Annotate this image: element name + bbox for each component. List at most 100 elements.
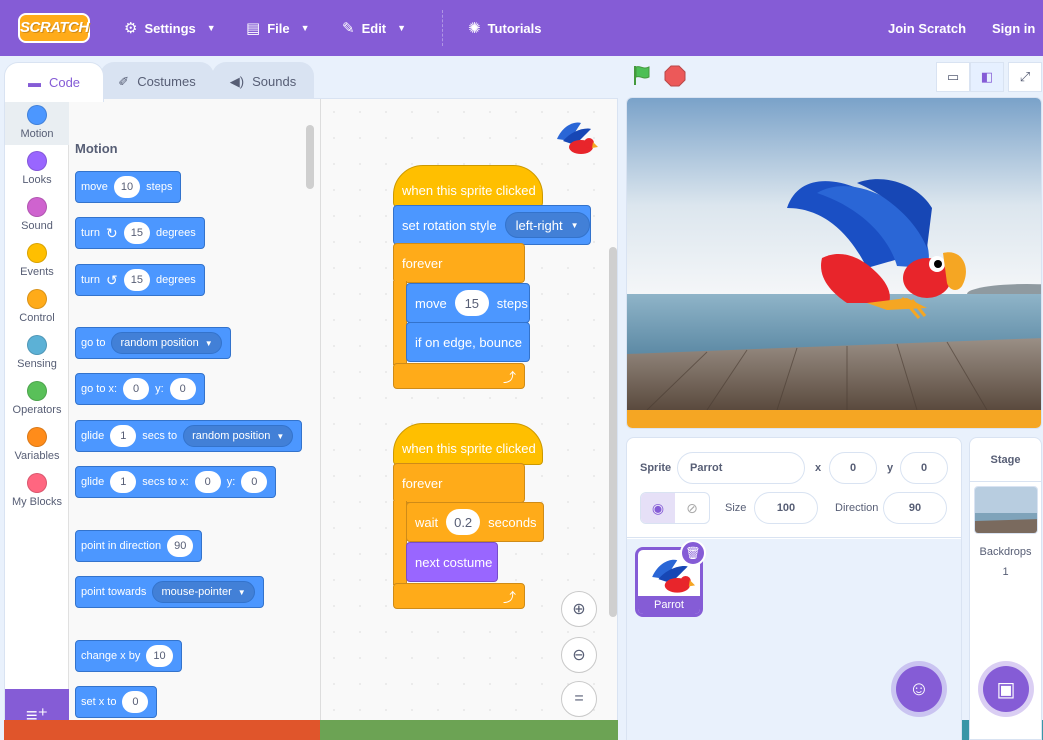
large-stage-button[interactable]: ◧ [970, 62, 1004, 92]
category-dot-icon [27, 197, 47, 217]
block-dropdown[interactable]: random position ▼ [111, 332, 222, 354]
block-set-rotation-style[interactable]: set rotation style left-right ▼ [393, 205, 591, 245]
large-stage-icon: ◧ [980, 69, 994, 84]
file-label: File [267, 20, 290, 36]
forever-bottom: ⤴ [393, 363, 525, 389]
category-sensing[interactable]: Sensing [5, 329, 69, 375]
join-scratch-link[interactable]: Join Scratch [888, 0, 966, 56]
direction-input[interactable]: 90 [883, 492, 947, 524]
small-stage-button[interactable]: ▭ [936, 62, 970, 92]
category-events[interactable]: Events [5, 237, 69, 283]
zoom-in-button[interactable]: ⊕ [561, 591, 597, 627]
settings-menu[interactable]: ⚙ Settings ▼ [124, 0, 216, 56]
hat-when-sprite-clicked[interactable]: when this sprite clicked [393, 423, 543, 465]
block-set-x[interactable]: set x to 0 [75, 686, 158, 718]
choose-sprite-button[interactable]: ☺ [896, 666, 942, 712]
category-my-blocks[interactable]: My Blocks [5, 467, 69, 513]
choose-backdrop-button[interactable]: ▣ [983, 666, 1029, 712]
block-change-x[interactable]: change x by 10 [75, 640, 182, 672]
block-input[interactable]: 0 [122, 691, 149, 713]
block-wait[interactable]: wait 0.2 seconds [406, 502, 544, 542]
current-sprite-thumbnail [557, 122, 598, 154]
tutorials-button[interactable]: ✺ Tutorials [468, 0, 542, 56]
block-input[interactable]: 0.2 [446, 509, 481, 535]
block-text: point in direction [81, 540, 162, 552]
tab-sounds[interactable]: ◀) Sounds [212, 62, 314, 100]
join-label: Join Scratch [888, 20, 967, 36]
size-input[interactable]: 100 [754, 492, 818, 524]
scratch-logo[interactable]: SCRATCH [18, 13, 90, 43]
block-input[interactable]: 1 [110, 471, 137, 493]
block-input[interactable]: 90 [167, 535, 194, 557]
y-value: 0 [920, 462, 928, 474]
workspace-scrollbar[interactable] [609, 247, 617, 617]
zoom-out-button[interactable]: ⊖ [561, 637, 597, 673]
stop-icon[interactable] [664, 65, 686, 87]
block-glide[interactable]: glide 1 secs to random position ▼ [75, 420, 303, 452]
block-input[interactable]: 15 [123, 269, 150, 291]
hide-sprite-button[interactable]: ⊘ [675, 493, 709, 523]
stage-thumbnail[interactable] [974, 486, 1038, 534]
chevron-down-icon: ▼ [206, 23, 216, 33]
block-point-direction[interactable]: point in direction 90 [75, 530, 203, 562]
zoom-reset-button[interactable]: = [561, 681, 597, 717]
category-motion[interactable]: Motion [5, 99, 69, 145]
block-forever[interactable]: forever [393, 463, 525, 503]
block-input[interactable]: 10 [146, 645, 173, 667]
block-dropdown[interactable]: mouse-pointer ▼ [152, 581, 255, 603]
block-next-costume[interactable]: next costume [406, 542, 498, 582]
category-sound[interactable]: Sound [5, 191, 69, 237]
block-input[interactable]: 15 [123, 222, 150, 244]
block-turn-right[interactable]: turn ↻ 15 degrees [75, 217, 205, 249]
block-move[interactable]: move 15 steps [406, 283, 530, 323]
category-operators[interactable]: Operators [5, 375, 69, 421]
palette-scrollbar[interactable] [306, 125, 314, 189]
category-looks[interactable]: Looks [5, 145, 69, 191]
speaker-icon: ◀) [229, 73, 245, 89]
rotation-style-dropdown[interactable]: left-right ▼ [504, 212, 590, 238]
chevron-down-icon: ▼ [397, 23, 407, 33]
block-input[interactable]: 0 [169, 378, 196, 400]
green-flag-icon[interactable] [631, 64, 653, 86]
block-turn-left[interactable]: turn ↺ 15 degrees [75, 264, 205, 296]
block-if-on-edge-bounce[interactable]: if on edge, bounce [406, 322, 530, 362]
block-move[interactable]: move 10 steps [75, 171, 182, 203]
block-input[interactable]: 1 [110, 425, 137, 447]
category-variables[interactable]: Variables [5, 421, 69, 467]
category-dot-icon [27, 473, 47, 493]
edit-menu[interactable]: ✎ Edit ▼ [342, 0, 406, 56]
palette-title: Motion [75, 141, 118, 156]
block-input[interactable]: 10 [113, 176, 141, 198]
show-sprite-button[interactable]: ◉ [641, 493, 675, 523]
script-workspace[interactable]: when this sprite clicked set rotation st… [321, 99, 617, 739]
category-control[interactable]: Control [5, 283, 69, 329]
y-input[interactable]: 0 [900, 452, 948, 484]
block-dropdown[interactable]: random position ▼ [183, 425, 294, 447]
block-input[interactable]: 15 [454, 290, 489, 316]
block-glide-xy[interactable]: glide 1 secs to x: 0 y: 0 [75, 466, 277, 498]
tab-costumes[interactable]: ✐ Costumes [100, 62, 214, 100]
block-input[interactable]: 0 [194, 471, 221, 493]
stage-canvas[interactable] [626, 97, 1042, 429]
sign-in-link[interactable]: Sign in [992, 0, 1035, 56]
file-menu[interactable]: ▤ File ▼ [246, 0, 310, 56]
sprite-name-input[interactable]: Parrot [677, 452, 805, 484]
x-input[interactable]: 0 [829, 452, 877, 484]
block-goto[interactable]: go to random position ▼ [75, 327, 231, 359]
block-input[interactable]: 0 [123, 378, 150, 400]
block-goto-xy[interactable]: go to x: 0 y: 0 [75, 373, 205, 405]
trash-icon: 🗑 [685, 546, 701, 560]
block-forever[interactable]: forever [393, 243, 525, 283]
category-menu: Motion Looks Sound Events Control Sensing Oper… [5, 99, 69, 689]
sign-in-label: Sign in [992, 20, 1036, 36]
block-point-towards[interactable]: point towards mouse-pointer ▼ [75, 576, 264, 608]
code-icon: ▬ [27, 75, 41, 90]
block-input[interactable]: 0 [241, 471, 268, 493]
block-text: glide [81, 476, 105, 488]
fullscreen-button[interactable]: ⤢ [1008, 62, 1042, 92]
delete-sprite-button[interactable]: 🗑 [680, 540, 706, 566]
block-text: seconds [488, 514, 537, 530]
y-label: y [887, 462, 894, 474]
tab-code[interactable]: ▬ Code [4, 62, 104, 102]
hat-when-sprite-clicked[interactable]: when this sprite clicked [393, 165, 543, 207]
